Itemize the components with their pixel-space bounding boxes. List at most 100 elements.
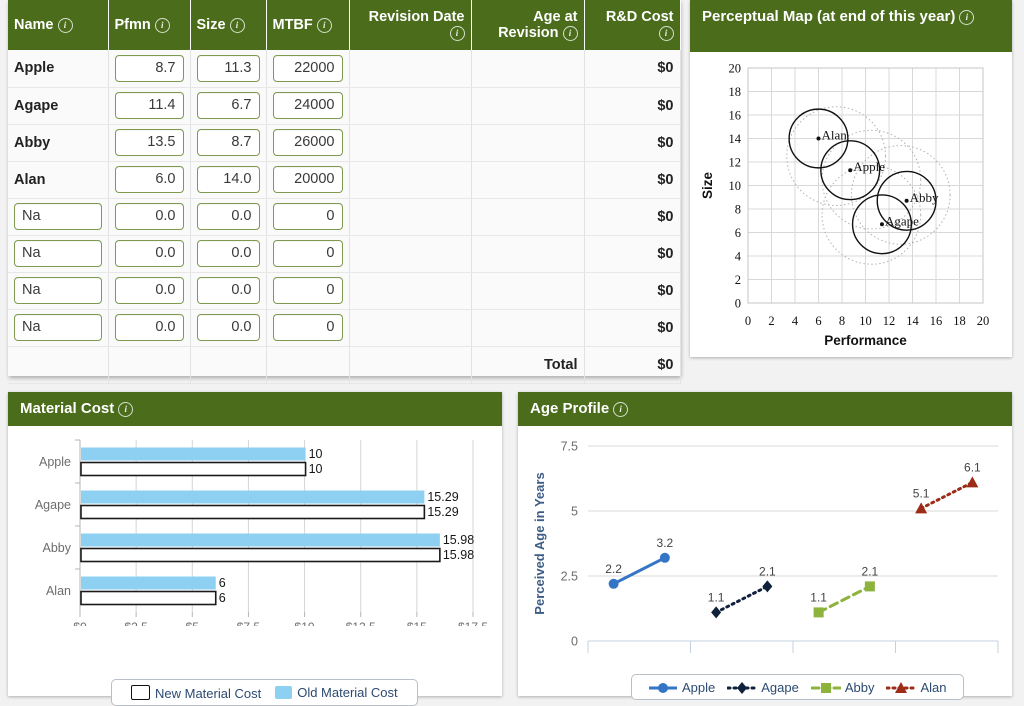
legend-label: New Material Cost: [155, 685, 262, 701]
revision-date-cell: [349, 198, 472, 236]
info-icon[interactable]: i: [229, 18, 245, 33]
svg-text:16: 16: [729, 109, 742, 123]
mtbf-input[interactable]: 0: [272, 277, 343, 304]
mtbf-input[interactable]: 26000: [272, 129, 343, 156]
svg-text:Apple: Apple: [39, 455, 71, 469]
svg-text:$15: $15: [407, 620, 427, 626]
svg-text:Agape: Agape: [885, 213, 919, 228]
old-material-cost-swatch-icon: [275, 686, 293, 700]
legend-item-new[interactable]: New Material Cost: [131, 684, 262, 701]
size-input[interactable]: 6.7: [196, 92, 260, 119]
size-input[interactable]: 0.0: [196, 277, 260, 304]
pfmn-input[interactable]: 8.7: [114, 54, 184, 82]
mtbf-cell: 22000: [266, 50, 350, 88]
pfmn-input[interactable]: 0.0: [114, 240, 184, 267]
material-cost-title: Material Cost: [20, 400, 115, 417]
mtbf-input[interactable]: 24000: [272, 92, 343, 119]
info-icon[interactable]: i: [154, 18, 170, 33]
empty-cell: [108, 346, 191, 384]
table-total-row: Total $0: [8, 346, 681, 384]
revision-date-cell: [349, 309, 472, 347]
table-row: Na 0.0 0.0 0 $0: [8, 309, 681, 347]
age-profile-plot: 0 2.5 5 7.5 2.2 3.2 1.1 2.1 1.1 2.1 5.1 6.1 Perceive…: [518, 426, 1012, 701]
column-header-pfmn[interactable]: Pfmn i: [108, 0, 191, 50]
size-input[interactable]: 11.3: [196, 54, 260, 82]
abby-series-marker-icon: [810, 683, 842, 694]
column-header-age-at-revision[interactable]: Age at Revision i: [471, 0, 585, 50]
size-input[interactable]: 8.7: [196, 129, 260, 156]
svg-text:18: 18: [729, 85, 742, 99]
legend-item-abby[interactable]: Abby: [810, 680, 874, 695]
legend-label: Alan: [920, 680, 947, 696]
mtbf-input[interactable]: 0: [272, 240, 343, 267]
total-value: $0: [584, 346, 681, 384]
mtbf-input[interactable]: 0: [272, 203, 343, 230]
pfmn-cell: 8.7: [108, 50, 191, 88]
age-profile-legend: Apple Agape Abby Alan: [631, 674, 964, 701]
empty-cell: [190, 346, 267, 384]
size-input[interactable]: 0.0: [196, 314, 260, 341]
material-cost-plot: $0 $2.5 $5 $7.5 $10 $12.5 $15 $17.5 Apple 1010 Aga…: [8, 426, 502, 706]
pfmn-cell: 13.5: [108, 124, 191, 162]
product-name-input[interactable]: Na: [14, 277, 102, 304]
total-label: Total: [471, 346, 585, 384]
svg-text:1.1: 1.1: [708, 590, 725, 604]
legend-item-agape[interactable]: Agape: [726, 680, 799, 695]
size-cell: 11.3: [190, 50, 267, 88]
legend-item-old[interactable]: Old Material Cost: [275, 685, 398, 700]
mtbf-input[interactable]: 22000: [272, 54, 343, 82]
svg-text:Apple: Apple: [853, 159, 885, 174]
svg-text:$7.5: $7.5: [237, 620, 261, 626]
age-at-revision-cell: [471, 161, 585, 199]
size-cell: 8.7: [190, 124, 267, 162]
pfmn-cell: 0.0: [108, 272, 191, 310]
rnd-cost-cell: $0: [584, 50, 681, 88]
pfmn-input[interactable]: 0.0: [114, 277, 184, 304]
column-header-size[interactable]: Size i: [190, 0, 267, 50]
info-icon[interactable]: i: [57, 18, 73, 33]
info-icon[interactable]: i: [658, 26, 674, 41]
column-header-revision-date[interactable]: Revision Datei: [349, 0, 472, 50]
pfmn-input[interactable]: 13.5: [114, 129, 184, 156]
info-icon[interactable]: i: [562, 26, 578, 41]
info-icon[interactable]: i: [959, 10, 975, 25]
size-cell: 6.7: [190, 87, 267, 125]
mtbf-input[interactable]: 20000: [272, 166, 343, 193]
pfmn-input[interactable]: 6.0: [114, 166, 184, 193]
material-cost-header: Material Cost i: [8, 392, 502, 426]
column-header-revision-date-label: Revision Date: [368, 9, 465, 25]
product-name-input[interactable]: Na: [14, 314, 102, 341]
column-header-mtbf[interactable]: MTBF i: [266, 0, 350, 50]
info-icon[interactable]: i: [613, 402, 629, 417]
pfmn-input[interactable]: 11.4: [114, 92, 184, 119]
info-icon[interactable]: i: [118, 402, 134, 417]
size-cell: 0.0: [190, 198, 267, 236]
svg-text:Abby: Abby: [43, 541, 72, 555]
size-input[interactable]: 14.0: [196, 166, 260, 193]
column-header-name[interactable]: Name i: [8, 0, 109, 50]
product-spec-table-body: Apple 8.7 11.3 22000 $0 Agape 11.4 6.7 24000 $0 Ab…: [8, 50, 681, 384]
info-icon[interactable]: i: [449, 26, 465, 41]
pfmn-input[interactable]: 0.0: [114, 314, 184, 341]
table-row: Agape 11.4 6.7 24000 $0: [8, 87, 681, 125]
svg-text:10: 10: [309, 462, 323, 476]
age-profile-header: Age Profile i: [518, 392, 1012, 426]
column-header-rnd-cost[interactable]: R&D Costi: [584, 0, 681, 50]
size-cell: 0.0: [190, 235, 267, 273]
product-name-cell: Na: [8, 198, 109, 236]
svg-text:0: 0: [735, 297, 741, 311]
pfmn-input[interactable]: 0.0: [114, 203, 184, 230]
svg-text:6: 6: [735, 226, 741, 240]
product-name-input[interactable]: Na: [14, 203, 102, 230]
size-input[interactable]: 0.0: [196, 240, 260, 267]
age-profile-title: Age Profile: [530, 400, 610, 417]
legend-item-apple[interactable]: Apple: [648, 680, 715, 695]
size-input[interactable]: 0.0: [196, 203, 260, 230]
svg-text:1.1: 1.1: [810, 590, 827, 604]
mtbf-cell: 0: [266, 198, 350, 236]
age-at-revision-cell: [471, 50, 585, 88]
legend-item-alan[interactable]: Alan: [885, 680, 947, 696]
mtbf-input[interactable]: 0: [272, 314, 343, 341]
product-name-input[interactable]: Na: [14, 240, 102, 267]
info-icon[interactable]: i: [316, 18, 332, 33]
